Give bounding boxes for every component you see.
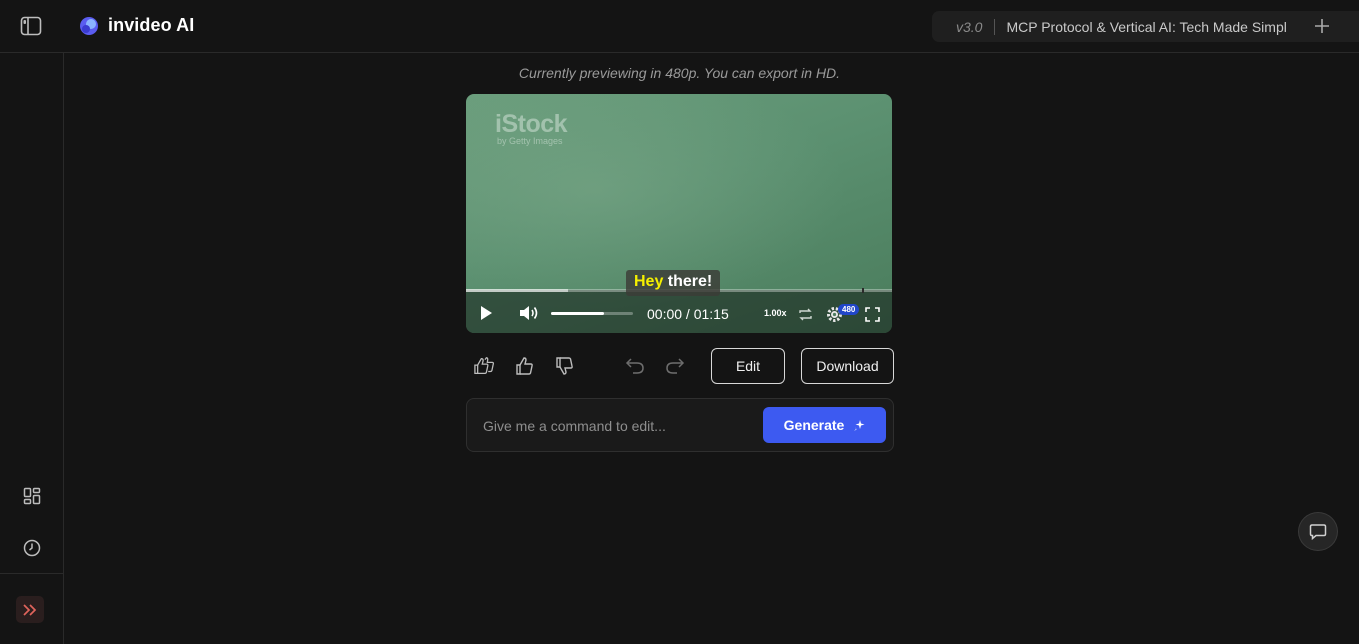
- version-label: v3.0: [956, 18, 983, 35]
- video-caption: Hey there!: [626, 270, 721, 296]
- brand-logo[interactable]: invideo AI: [79, 15, 194, 36]
- history-icon[interactable]: [22, 538, 42, 558]
- generate-label: Generate: [783, 417, 845, 433]
- project-title[interactable]: MCP Protocol & Vertical AI: Tech Made Si…: [1006, 19, 1302, 35]
- double-chevron-right-icon[interactable]: [16, 596, 44, 623]
- sidebar-divider: [0, 573, 64, 574]
- timecode: 00:00 / 01:15: [647, 306, 729, 322]
- fullscreen-icon[interactable]: [864, 306, 880, 322]
- left-sidebar: [0, 53, 64, 644]
- watermark-main: iStock: [495, 110, 568, 138]
- thumbs-down-icon[interactable]: [554, 355, 576, 377]
- watermark-sub: by Getty Images: [497, 136, 563, 146]
- app-root: invideo AI v3.0 MCP Protocol & Vertical …: [0, 0, 1359, 644]
- chat-bubble-icon[interactable]: [1298, 512, 1338, 551]
- top-header: invideo AI v3.0 MCP Protocol & Vertical …: [0, 0, 1359, 53]
- stock-watermark: iStock by Getty Images: [495, 110, 568, 146]
- progress-marker: [862, 288, 864, 293]
- sparkle-icon: [854, 419, 865, 431]
- version-separator: [994, 18, 996, 35]
- undo-icon[interactable]: [624, 355, 646, 377]
- redo-icon[interactable]: [664, 355, 686, 377]
- double-thumbs-up-icon[interactable]: [474, 355, 496, 377]
- quality-badge: 480: [838, 304, 860, 315]
- plus-icon[interactable]: [1313, 17, 1331, 35]
- volume-icon[interactable]: [518, 304, 540, 322]
- edit-button[interactable]: Edit: [711, 348, 785, 384]
- command-input[interactable]: [483, 416, 753, 436]
- caption-rest: there!: [663, 273, 713, 290]
- volume-slider-fill: [551, 312, 605, 315]
- playback-speed[interactable]: 1.00x: [764, 308, 787, 318]
- video-player[interactable]: iStock by Getty Images Hey there! 00:00 …: [466, 94, 892, 333]
- generate-button[interactable]: Generate: [763, 407, 886, 443]
- sidebar-toggle-icon[interactable]: [20, 16, 42, 36]
- thumbs-up-icon[interactable]: [514, 355, 536, 377]
- download-button[interactable]: Download: [801, 348, 894, 384]
- brand-name: invideo AI: [108, 15, 195, 35]
- invideo-logo-icon: [80, 16, 98, 35]
- preview-note: Currently previewing in 480p. You can ex…: [518, 65, 841, 81]
- progress-buffer: [466, 289, 569, 292]
- volume-slider[interactable]: [551, 312, 633, 315]
- grid-icon[interactable]: [22, 486, 42, 506]
- caption-highlight: Hey: [634, 273, 664, 290]
- loop-icon[interactable]: [796, 306, 814, 322]
- play-icon[interactable]: [478, 305, 494, 321]
- project-bar: v3.0 MCP Protocol & Vertical AI: Tech Ma…: [932, 11, 1359, 42]
- command-box: Generate: [466, 398, 894, 452]
